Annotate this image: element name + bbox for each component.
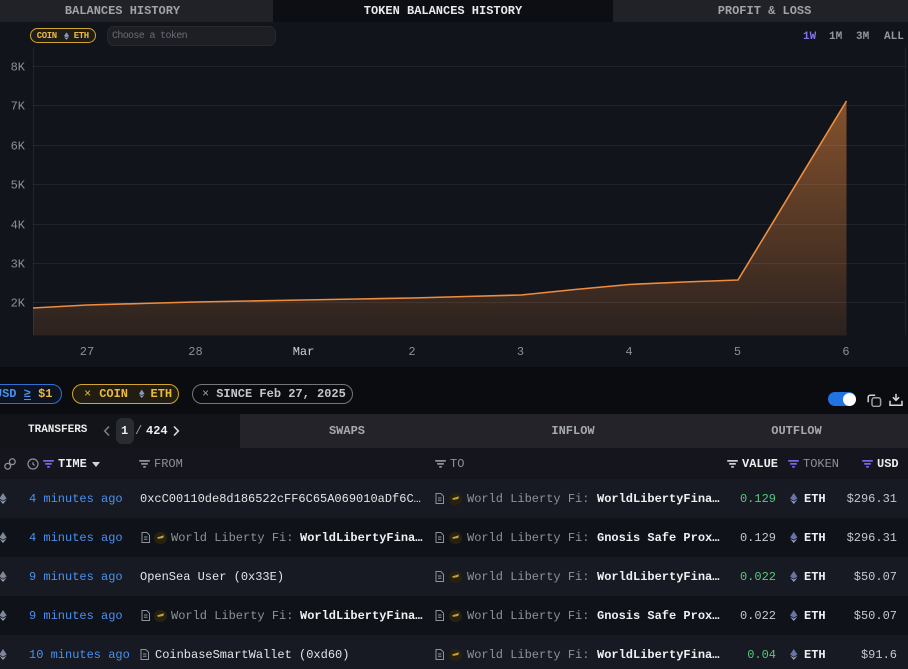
svg-text:6K: 6K xyxy=(11,140,26,154)
svg-text:6: 6 xyxy=(842,345,849,359)
svg-text:5K: 5K xyxy=(11,179,26,193)
svg-text:Mar: Mar xyxy=(293,345,315,359)
svg-text:7K: 7K xyxy=(11,100,26,114)
svg-text:3: 3 xyxy=(517,345,524,359)
svg-text:28: 28 xyxy=(188,345,202,359)
svg-text:8K: 8K xyxy=(11,61,26,75)
svg-text:27: 27 xyxy=(80,345,94,359)
svg-text:4K: 4K xyxy=(11,219,26,233)
svg-text:2K: 2K xyxy=(11,297,26,311)
svg-text:4: 4 xyxy=(625,345,632,359)
svg-text:2: 2 xyxy=(408,345,415,359)
svg-text:3K: 3K xyxy=(11,258,26,272)
svg-text:5: 5 xyxy=(734,345,741,359)
